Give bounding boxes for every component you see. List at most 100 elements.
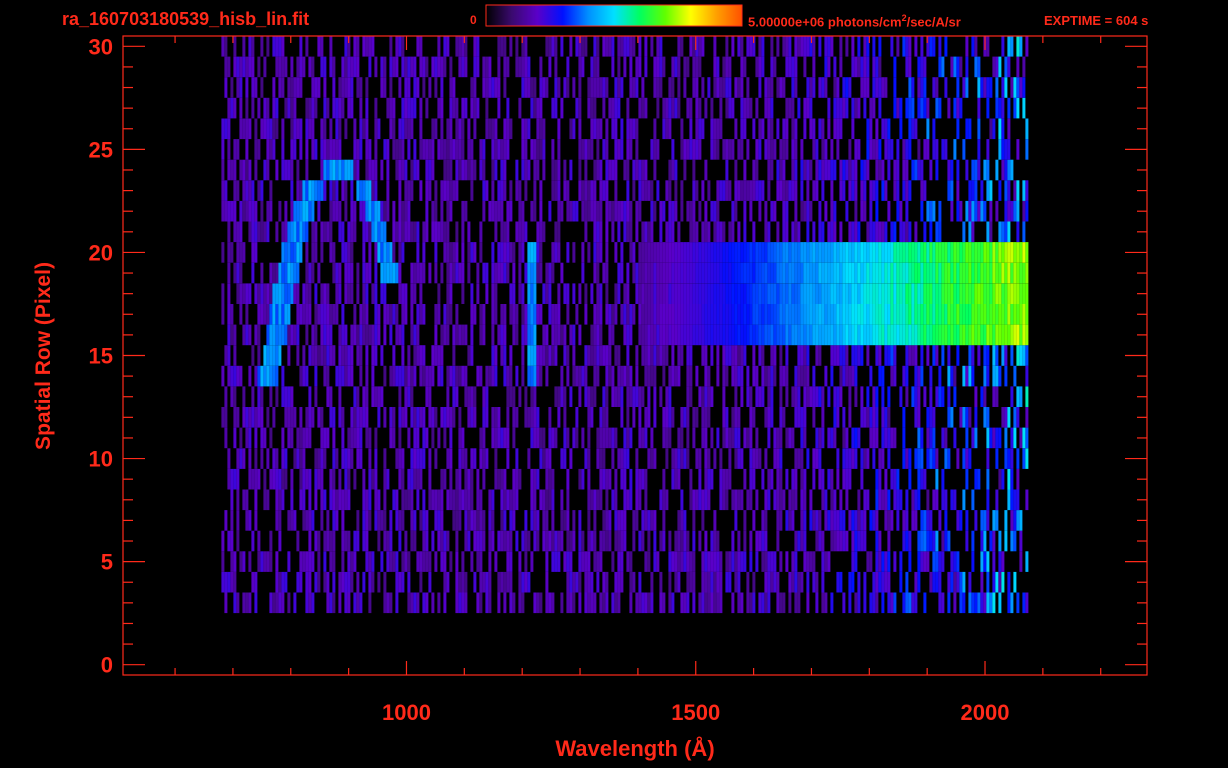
heatmap-cell <box>602 571 606 593</box>
heatmap-cell <box>887 345 891 366</box>
heatmap-cell <box>761 345 765 366</box>
heatmap-cell <box>572 324 576 346</box>
heatmap-cell <box>245 159 249 181</box>
heatmap-cell <box>686 56 690 78</box>
heatmap-cell <box>302 551 306 572</box>
heatmap-cell <box>305 571 309 593</box>
heatmap-cell <box>230 242 234 263</box>
heatmap-cell <box>263 551 267 572</box>
heatmap-cell <box>776 468 780 490</box>
heatmap-cell <box>278 324 282 346</box>
heatmap-cell <box>647 365 651 387</box>
heatmap-cell <box>1016 386 1020 407</box>
heatmap-cell <box>1001 468 1005 490</box>
heatmap-cell <box>272 97 276 119</box>
heatmap-cell <box>281 427 285 449</box>
heatmap-cell <box>263 489 267 511</box>
heatmap-cell <box>536 468 540 490</box>
heatmap-cell <box>701 180 705 201</box>
heatmap-cell <box>695 77 699 98</box>
heatmap-cell <box>422 365 426 387</box>
heatmap-cell <box>317 345 321 366</box>
heatmap-cell <box>791 283 795 304</box>
heatmap-cell <box>629 77 633 98</box>
heatmap-cell <box>854 97 858 119</box>
heatmap-cell <box>221 530 225 552</box>
heatmap-cell <box>284 324 288 346</box>
heatmap-cell <box>425 56 429 78</box>
heatmap-cell <box>569 386 573 407</box>
heatmap-cell <box>401 242 405 263</box>
heatmap-cell <box>281 324 285 346</box>
heatmap-cell <box>254 200 258 222</box>
heatmap-cell <box>497 262 501 284</box>
heatmap-cell <box>458 365 462 387</box>
heatmap-cell <box>470 283 474 304</box>
heatmap-cell <box>422 242 426 263</box>
heatmap-cell <box>977 139 981 160</box>
heatmap-cell <box>722 407 726 428</box>
heatmap-cell <box>368 262 372 284</box>
heatmap-cell <box>695 448 699 469</box>
heatmap-cell <box>356 36 360 57</box>
heatmap-cell <box>863 283 867 304</box>
heatmap-cell <box>533 365 537 387</box>
heatmap-cell <box>992 551 996 572</box>
heatmap-cell <box>854 386 858 407</box>
heatmap-cell <box>512 262 516 284</box>
heatmap-cell <box>851 304 855 325</box>
heatmap-cell <box>953 262 957 284</box>
heatmap-cell <box>458 468 462 490</box>
heatmap-cell <box>830 200 834 222</box>
heatmap-cell <box>845 365 849 387</box>
heatmap-cell <box>764 283 768 304</box>
heatmap-cell <box>905 489 909 511</box>
heatmap-cell <box>857 510 861 531</box>
heatmap-cell <box>932 448 936 469</box>
heatmap-cell <box>491 200 495 222</box>
heatmap-cell <box>692 56 696 78</box>
heatmap-cell <box>593 221 597 243</box>
heatmap-cell <box>1013 365 1017 387</box>
heatmap-cell <box>917 324 921 346</box>
heatmap-cell <box>254 365 258 387</box>
heatmap-cell <box>806 159 810 181</box>
heatmap-cell <box>455 180 459 201</box>
heatmap-cell <box>884 345 888 366</box>
heatmap-cell <box>584 345 588 366</box>
heatmap-cell <box>554 242 558 263</box>
heatmap-cell <box>764 97 768 119</box>
heatmap-cell <box>260 304 264 325</box>
heatmap-cell <box>737 345 741 366</box>
heatmap-cell <box>521 200 525 222</box>
heatmap-cell <box>956 77 960 98</box>
heatmap-cell <box>425 139 429 160</box>
heatmap-cell <box>341 56 345 78</box>
heatmap-cell <box>386 159 390 181</box>
heatmap-cell <box>998 97 1002 119</box>
heatmap-cell <box>290 407 294 428</box>
heatmap-cell <box>866 551 870 572</box>
heatmap-cell <box>734 407 738 428</box>
heatmap-cell <box>887 592 891 614</box>
heatmap-cell <box>296 242 300 263</box>
heatmap-cell <box>221 36 225 57</box>
heatmap-cell <box>752 242 756 263</box>
heatmap-cell <box>806 324 810 346</box>
heatmap-cell <box>665 448 669 469</box>
heatmap-cell <box>1001 407 1005 428</box>
heatmap-cell <box>290 468 294 490</box>
heatmap-cell <box>593 551 597 572</box>
heatmap-cell <box>605 530 609 552</box>
heatmap-cell <box>929 324 933 346</box>
y-tick-label: 5 <box>101 550 113 575</box>
heatmap-cell <box>296 345 300 366</box>
heatmap-cell <box>482 200 486 222</box>
heatmap-cell <box>596 448 600 469</box>
heatmap-cell <box>902 427 906 449</box>
heatmap-cell <box>998 530 1002 552</box>
heatmap-cell <box>629 200 633 222</box>
heatmap-cell <box>251 386 255 407</box>
heatmap-cell <box>542 510 546 531</box>
heatmap-cell <box>551 468 555 490</box>
